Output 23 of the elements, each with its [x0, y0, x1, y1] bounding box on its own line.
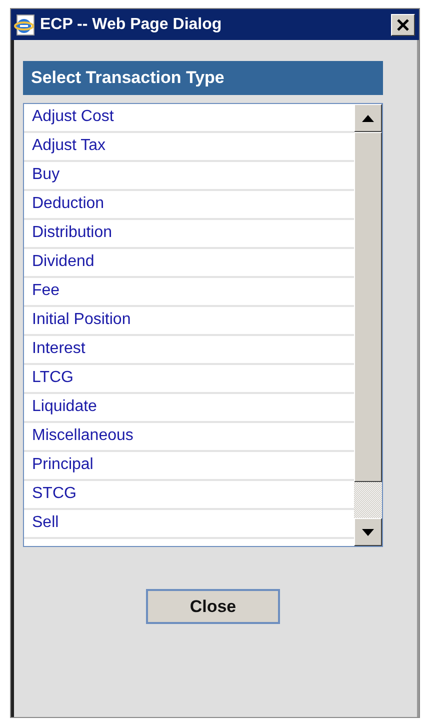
list-item[interactable]: Distribution [24, 220, 354, 249]
list-item[interactable]: Sell [24, 510, 354, 539]
scroll-thumb[interactable] [354, 132, 382, 482]
scroll-up-icon[interactable] [354, 104, 382, 132]
list-item[interactable]: Buy [24, 162, 354, 191]
list-item[interactable]: Interest [24, 336, 354, 365]
list-item[interactable]: Deduction [24, 191, 354, 220]
list-item[interactable]: Fee [24, 278, 354, 307]
list-item[interactable]: Dividend [24, 249, 354, 278]
list-item[interactable]: STCG [24, 481, 354, 510]
list-item[interactable]: Principal [24, 452, 354, 481]
list-item[interactable]: LTCG [24, 365, 354, 394]
list-item[interactable]: Initial Position [24, 307, 354, 336]
browser-logo-icon [14, 14, 36, 36]
window-title: ECP -- Web Page Dialog [40, 16, 223, 34]
close-button[interactable]: Close [146, 589, 280, 624]
list-item[interactable]: Miscellaneous [24, 423, 354, 452]
list-item[interactable]: Liquidate [24, 394, 354, 423]
scroll-down-icon[interactable] [354, 518, 382, 546]
panel-header: Select Transaction Type [23, 61, 383, 95]
close-icon[interactable] [391, 14, 415, 36]
list-item[interactable]: Adjust Tax [24, 133, 354, 162]
list-item[interactable]: Adjust Cost [24, 104, 354, 133]
